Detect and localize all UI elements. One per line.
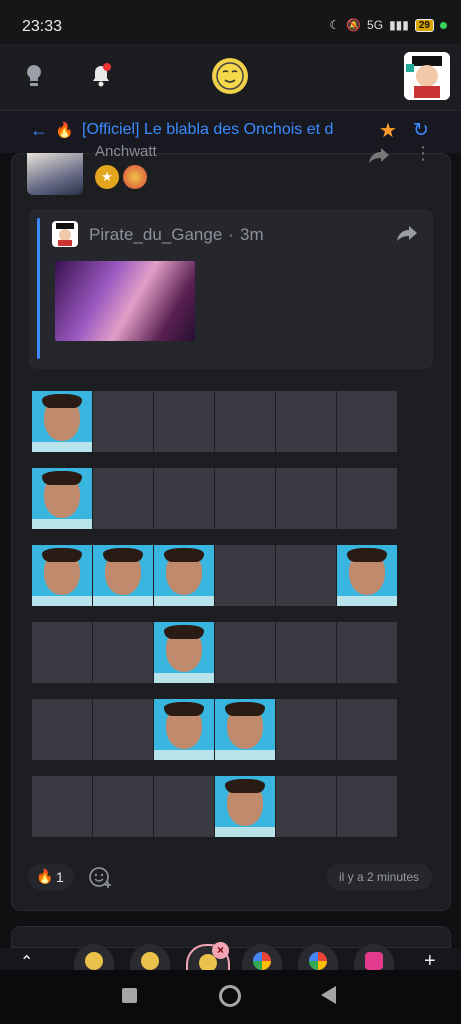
post-timestamp: il y a 2 minutes: [339, 870, 420, 884]
empty-grid-cell: [337, 468, 397, 529]
empty-grid-cell: [337, 776, 397, 837]
sticker-face-image[interactable]: [215, 699, 275, 760]
next-post-card: [11, 926, 451, 948]
privacy-dot-icon: [440, 21, 447, 29]
empty-grid-cell: [215, 391, 275, 452]
battery-indicator: 29: [414, 18, 434, 32]
empty-grid-cell: [154, 468, 214, 529]
empty-grid-cell: [93, 391, 153, 452]
user-avatar[interactable]: [404, 52, 450, 100]
quote-separator: ·: [228, 225, 234, 244]
onche-emoji-icon: [85, 952, 103, 970]
empty-grid-cell: [215, 545, 275, 606]
add-reaction-icon[interactable]: [88, 865, 112, 889]
system-back-icon[interactable]: [321, 986, 336, 1004]
close-tab-icon[interactable]: ×: [212, 942, 229, 959]
empty-grid-cell: [154, 391, 214, 452]
empty-grid-cell: [337, 699, 397, 760]
quote-author-avatar[interactable]: [52, 221, 78, 247]
fire-icon: 🔥: [55, 122, 74, 139]
star-badge-icon: ★: [95, 165, 119, 189]
empty-grid-cell: [276, 545, 336, 606]
refresh-icon[interactable]: ↻: [413, 119, 429, 142]
empty-grid-cell: [93, 776, 153, 837]
pink-app-icon: [365, 952, 383, 970]
flower-badge-icon: [123, 165, 147, 189]
empty-grid-cell: [215, 622, 275, 683]
chevron-up-icon[interactable]: ⌃: [20, 952, 33, 972]
back-arrow-icon[interactable]: ←: [30, 120, 48, 141]
quote-accent-bar: [37, 218, 40, 359]
empty-grid-cell: [93, 622, 153, 683]
post-author-name[interactable]: Anchwatt: [95, 143, 157, 160]
more-options-icon[interactable]: ⋮: [414, 143, 432, 164]
empty-grid-cell: [337, 622, 397, 683]
sticker-face-image[interactable]: [32, 391, 92, 452]
sticker-face-image[interactable]: [215, 776, 275, 837]
empty-grid-cell: [32, 776, 92, 837]
sticker-face-image[interactable]: [154, 622, 214, 683]
sticker-face-image[interactable]: [32, 468, 92, 529]
reaction-fire-icon: 🔥: [36, 868, 54, 884]
quote-author-name[interactable]: Pirate_du_Gange: [89, 225, 222, 245]
quote-gif-image[interactable]: [55, 261, 195, 341]
quote-share-icon[interactable]: [396, 224, 418, 242]
empty-grid-cell: [32, 622, 92, 683]
sticker-face-image[interactable]: [337, 545, 397, 606]
recents-icon[interactable]: [122, 988, 137, 1003]
empty-grid-cell: [93, 468, 153, 529]
home-icon[interactable]: [219, 985, 241, 1007]
empty-grid-cell: [276, 391, 336, 452]
empty-grid-cell: [276, 622, 336, 683]
onche-logo-icon[interactable]: [212, 58, 248, 94]
share-icon[interactable]: [368, 146, 390, 164]
empty-grid-cell: [276, 699, 336, 760]
empty-grid-cell: [276, 468, 336, 529]
favorite-star-icon[interactable]: ★: [379, 118, 397, 143]
quote-avatar-image-icon: [56, 223, 74, 246]
notification-dot: [103, 63, 111, 71]
smiley-face-icon: [216, 62, 244, 90]
sticker-face-image[interactable]: [154, 699, 214, 760]
status-icons: ☾ 🔕 5G ▮▮▮ 29: [329, 18, 447, 32]
empty-grid-cell: [154, 776, 214, 837]
mute-icon: 🔕: [346, 18, 362, 32]
empty-grid-cell: [32, 699, 92, 760]
topic-title[interactable]: [Officiel] Le blabla des Onchois et d: [82, 121, 370, 139]
post-author-avatar[interactable]: [27, 153, 83, 195]
avatar-image-icon: [404, 52, 450, 100]
network-label: 5G: [367, 18, 384, 32]
empty-grid-cell: [276, 776, 336, 837]
google-icon: [253, 952, 271, 970]
sticker-face-image[interactable]: [93, 545, 153, 606]
moon-icon: ☾: [329, 18, 341, 32]
quote-time: 3m: [240, 225, 264, 244]
reaction-count: 1: [56, 869, 64, 885]
empty-grid-cell: [337, 391, 397, 452]
sticker-face-image[interactable]: [32, 545, 92, 606]
sticker-face-image[interactable]: [154, 545, 214, 606]
status-time: 23:33: [22, 18, 63, 35]
google-icon: [309, 952, 327, 970]
empty-grid-cell: [215, 468, 275, 529]
signal-icon: ▮▮▮: [389, 18, 409, 32]
empty-grid-cell: [93, 699, 153, 760]
onche-emoji-icon: [141, 952, 159, 970]
lightbulb-icon[interactable]: [24, 64, 44, 88]
